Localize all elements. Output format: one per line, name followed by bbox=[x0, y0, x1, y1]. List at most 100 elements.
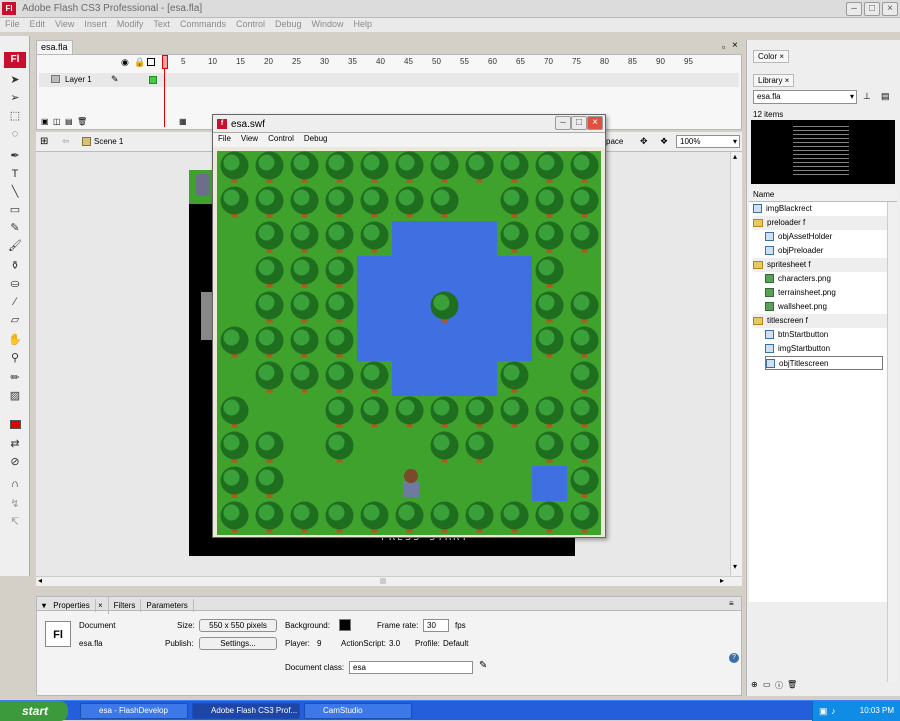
lock-icon[interactable]: 🔒 bbox=[134, 57, 145, 68]
scroll-up-icon[interactable]: ▴ bbox=[733, 152, 737, 161]
scroll-left-icon[interactable]: ◂ bbox=[38, 576, 42, 585]
library-item[interactable]: btnStartbutton bbox=[765, 328, 900, 342]
timeline-toggle-icon[interactable]: ⊞ bbox=[40, 136, 48, 147]
panel-options-icon[interactable]: ≡ bbox=[729, 599, 734, 608]
menu-modify[interactable]: Modify bbox=[112, 18, 149, 30]
close-doc-icon[interactable]: × bbox=[732, 40, 738, 51]
swf-player-window[interactable]: f esa.swf – □ × File View Control Debug bbox=[212, 114, 606, 538]
add-layer-icon[interactable]: ▣ bbox=[41, 117, 49, 126]
taskbar-item-camstudio[interactable]: CamStudio bbox=[304, 703, 412, 719]
swf-menu-view[interactable]: View bbox=[236, 133, 263, 144]
swap-colors-icon[interactable]: ⇄ bbox=[5, 436, 25, 452]
vertical-scrollbar[interactable]: ▴ ▾ bbox=[730, 152, 742, 576]
color-panel-tab[interactable]: Color × bbox=[753, 50, 790, 63]
properties-icon[interactable]: ⓘ bbox=[775, 680, 783, 691]
zoom-select[interactable]: 100% ▾ bbox=[676, 135, 740, 148]
swf-menu-file[interactable]: File bbox=[213, 133, 236, 144]
swf-menu-control[interactable]: Control bbox=[263, 133, 299, 144]
layer-color-swatch[interactable] bbox=[149, 76, 157, 84]
layer-name[interactable]: Layer 1 bbox=[65, 75, 92, 84]
maximize-button[interactable]: □ bbox=[864, 2, 880, 16]
library-panel-tab[interactable]: Library × bbox=[753, 74, 795, 87]
tab-parameters[interactable]: Parameters bbox=[141, 599, 194, 612]
eyedropper-tool-icon[interactable]: ⁄ bbox=[5, 294, 25, 310]
menu-text[interactable]: Text bbox=[148, 18, 175, 30]
playhead-marker[interactable] bbox=[162, 55, 168, 69]
library-item[interactable]: characters.png bbox=[765, 272, 900, 286]
help-icon[interactable]: ? bbox=[729, 653, 739, 663]
add-guide-icon[interactable]: ◫ bbox=[53, 117, 61, 126]
close-button[interactable]: × bbox=[882, 2, 898, 16]
swf-close-button[interactable]: × bbox=[587, 116, 603, 130]
menu-debug[interactable]: Debug bbox=[270, 18, 307, 30]
tab-properties[interactable]: ▾ Properties × bbox=[37, 597, 109, 614]
snap-magnet-icon[interactable]: ∩ bbox=[5, 476, 25, 492]
library-item[interactable]: imgBlackrect bbox=[753, 202, 889, 216]
library-item[interactable]: preloader f bbox=[753, 216, 889, 230]
line-tool-icon[interactable]: ╲ bbox=[5, 184, 25, 200]
frame-rate-input[interactable]: 30 bbox=[423, 619, 449, 632]
hand-tool-icon[interactable]: ✋ bbox=[5, 332, 25, 348]
library-item[interactable]: objPreloader bbox=[765, 244, 900, 258]
start-button[interactable]: start bbox=[0, 701, 68, 721]
add-folder-icon[interactable]: ▤ bbox=[65, 117, 73, 126]
layer-row[interactable]: Layer 1 ✎ bbox=[39, 73, 739, 87]
paint-bucket-tool-icon[interactable]: ⛀ bbox=[5, 276, 25, 292]
clock[interactable]: 10:03 PM bbox=[860, 706, 894, 715]
tray-volume-icon[interactable]: ♪ bbox=[831, 701, 836, 721]
swf-title-bar[interactable]: f esa.swf – □ × bbox=[213, 115, 605, 133]
pencil-tool-icon[interactable]: ✎ bbox=[5, 220, 25, 236]
pen-tool-icon[interactable]: ✒ bbox=[5, 148, 25, 164]
outline-icon[interactable] bbox=[147, 58, 155, 66]
menu-commands[interactable]: Commands bbox=[175, 18, 231, 30]
subselection-tool-icon[interactable]: ➢ bbox=[5, 90, 25, 106]
eye-icon[interactable]: ◉ bbox=[121, 57, 129, 68]
library-item[interactable]: objAssetHolder bbox=[765, 230, 900, 244]
pin-icon[interactable]: ⊥ bbox=[863, 91, 871, 102]
library-file-select[interactable]: esa.fla ▾ bbox=[753, 90, 857, 104]
scroll-thumb[interactable] bbox=[380, 578, 386, 584]
swf-maximize-button[interactable]: □ bbox=[571, 116, 587, 130]
tray-network-icon[interactable]: ▣ bbox=[819, 701, 828, 721]
swf-menu-debug[interactable]: Debug bbox=[299, 133, 333, 144]
menu-help[interactable]: Help bbox=[349, 18, 378, 30]
back-arrow-icon[interactable]: ⇦ bbox=[62, 136, 70, 147]
new-library-icon[interactable]: ▤ bbox=[881, 91, 890, 102]
edit-class-pencil-icon[interactable]: ✎ bbox=[479, 660, 487, 671]
edit-symbol-icon[interactable]: ✥ bbox=[640, 136, 648, 147]
restore-icon[interactable]: ▫ bbox=[722, 42, 725, 52]
library-item[interactable]: titlescreen f bbox=[753, 314, 889, 328]
edit-scene-icon[interactable]: ❖ bbox=[660, 136, 668, 147]
background-color-swatch[interactable] bbox=[339, 619, 351, 631]
selection-tool-icon[interactable]: ➤ bbox=[5, 72, 25, 88]
fill-color-icon[interactable]: ▨ bbox=[5, 388, 25, 404]
game-canvas[interactable] bbox=[217, 151, 601, 535]
delete-icon[interactable]: 🗑 bbox=[787, 680, 797, 689]
menu-view[interactable]: View bbox=[50, 18, 79, 30]
smooth-icon[interactable]: ↯ bbox=[5, 496, 25, 512]
free-transform-tool-icon[interactable]: ⬚ bbox=[5, 108, 25, 124]
menu-window[interactable]: Window bbox=[307, 18, 349, 30]
tab-filters[interactable]: Filters bbox=[109, 599, 142, 612]
menu-edit[interactable]: Edit bbox=[25, 18, 51, 30]
size-button[interactable]: 550 x 550 pixels bbox=[199, 619, 277, 632]
library-item[interactable]: spritesheet f bbox=[753, 258, 889, 272]
library-item[interactable]: wallsheet.png bbox=[765, 300, 900, 314]
minimize-button[interactable]: – bbox=[846, 2, 862, 16]
delete-layer-icon[interactable]: 🗑 bbox=[77, 117, 87, 126]
library-name-header[interactable]: Name bbox=[749, 188, 897, 202]
onion-skin-icon[interactable]: ▦ bbox=[179, 117, 187, 126]
new-folder-icon[interactable]: ▭ bbox=[763, 680, 771, 689]
ink-bottle-tool-icon[interactable]: ⚱ bbox=[5, 258, 25, 274]
straighten-icon[interactable]: ↸ bbox=[5, 514, 25, 530]
eraser-tool-icon[interactable]: ▱ bbox=[5, 312, 25, 328]
library-item[interactable]: objTitlescreen bbox=[765, 356, 883, 370]
text-tool-icon[interactable]: T bbox=[5, 166, 25, 182]
horizontal-scrollbar[interactable]: ◂ ▸ bbox=[36, 576, 742, 586]
scroll-right-icon[interactable]: ▸ bbox=[720, 576, 724, 585]
library-item[interactable]: terrainsheet.png bbox=[765, 286, 900, 300]
taskbar-item-flashdevelop[interactable]: esa - FlashDevelop bbox=[80, 703, 188, 719]
lasso-tool-icon[interactable]: ◌ bbox=[5, 126, 25, 142]
workspace-label[interactable]: pace bbox=[606, 137, 623, 146]
menu-file[interactable]: File bbox=[0, 18, 25, 30]
